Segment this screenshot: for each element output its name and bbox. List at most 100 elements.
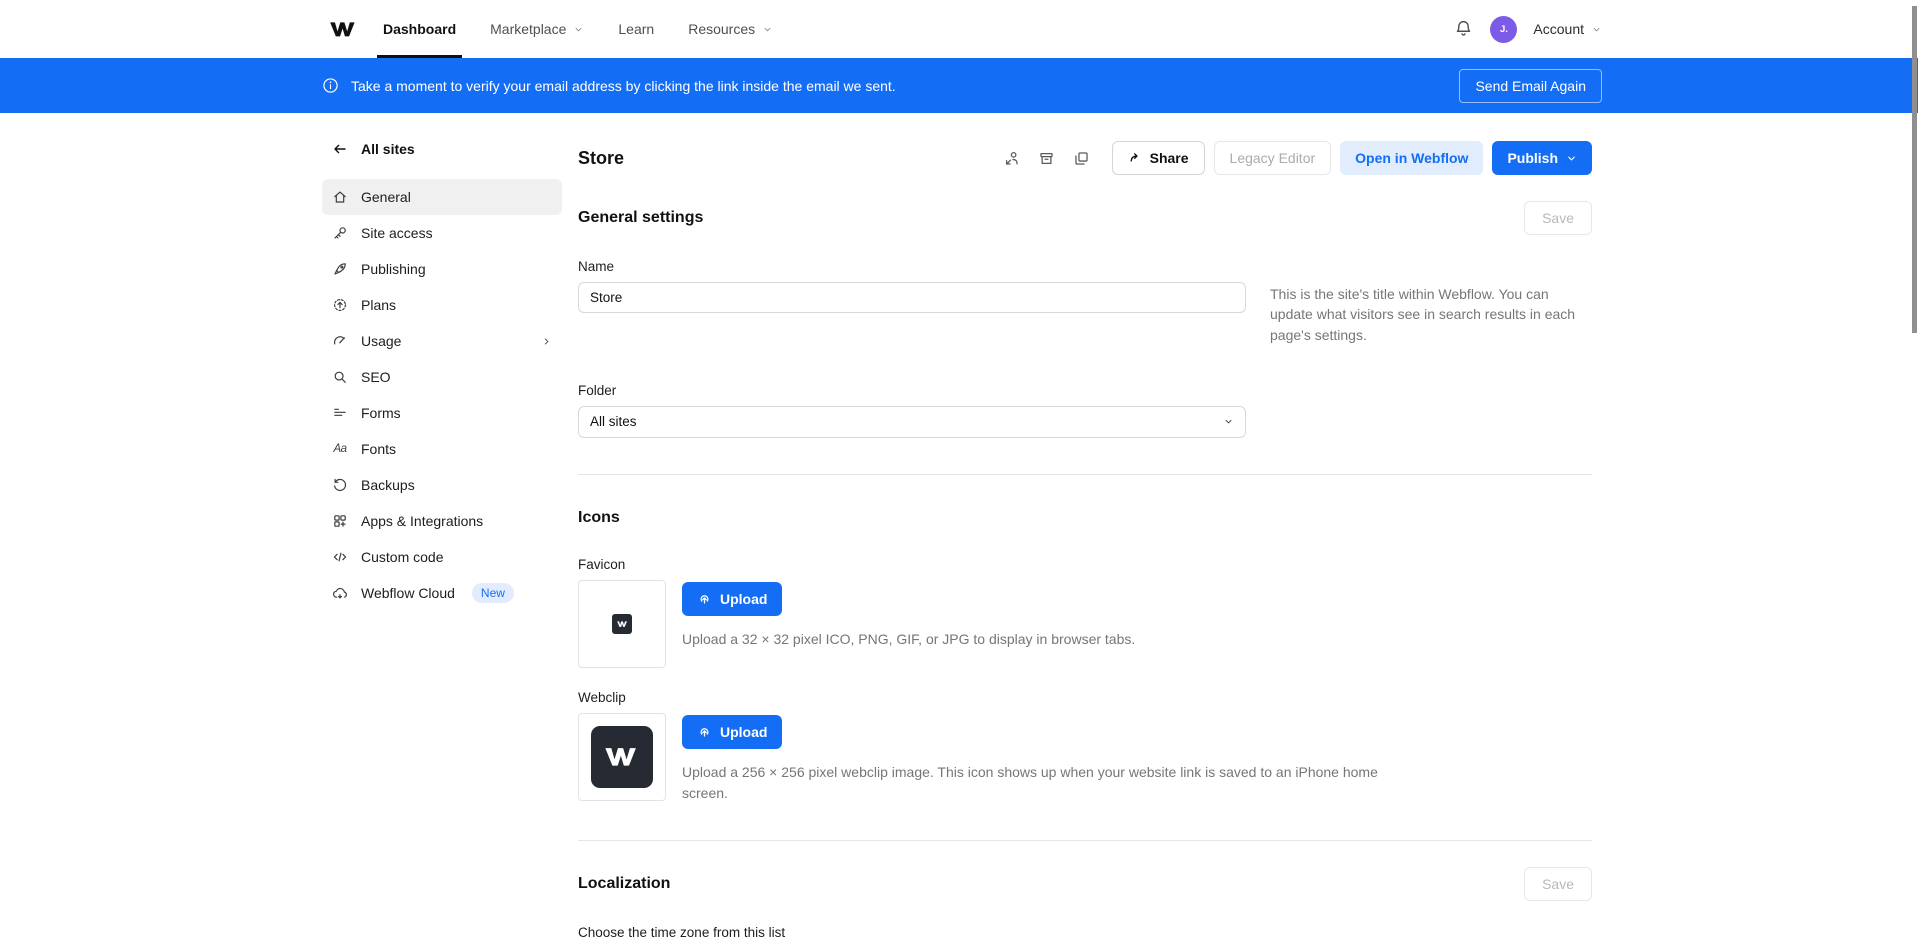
favicon-image	[612, 614, 632, 634]
duplicate-icon[interactable]	[1069, 145, 1095, 171]
nav-link-label: Resources	[688, 21, 755, 37]
general-settings-head: General settings Save	[578, 201, 1592, 235]
scrollbar-thumb[interactable]	[1912, 6, 1917, 333]
rocket-icon	[332, 261, 348, 277]
legacy-editor-button[interactable]: Legacy Editor	[1214, 141, 1332, 175]
settings-sidebar: All sites General Site access Publishing Pl…	[322, 139, 562, 941]
chevron-down-icon	[573, 24, 584, 35]
banner-message: Take a moment to verify your email addre…	[351, 78, 896, 94]
section-divider	[578, 474, 1592, 475]
share-label: Share	[1150, 150, 1189, 166]
sidebar-item-custom-code[interactable]: Custom code	[322, 539, 562, 575]
favicon-upload-button[interactable]: Upload	[682, 582, 782, 616]
search-icon	[332, 369, 348, 385]
icons-title: Icons	[578, 509, 620, 527]
folder-value: All sites	[590, 414, 637, 429]
share-button[interactable]: Share	[1112, 141, 1205, 175]
sidebar-menu: General Site access Publishing Plans Usage SE…	[322, 179, 562, 611]
site-header: Store Share Legacy Editor Open in Webflo…	[578, 141, 1592, 175]
new-badge: New	[472, 583, 514, 603]
general-save-button[interactable]: Save	[1524, 201, 1592, 235]
sidebar-item-label: Usage	[361, 333, 401, 349]
webclip-preview[interactable]	[578, 713, 666, 801]
sidebar-item-plans[interactable]: Plans	[322, 287, 562, 323]
publish-button[interactable]: Publish	[1492, 141, 1592, 175]
info-icon	[322, 77, 339, 94]
sidebar-item-general[interactable]: General	[322, 179, 562, 215]
top-nav: Dashboard Marketplace Learn Resources J.…	[0, 0, 1918, 58]
sidebar-item-fonts[interactable]: Aa Fonts	[322, 431, 562, 467]
sidebar-item-label: Webflow Cloud	[361, 585, 455, 601]
sidebar-item-publishing[interactable]: Publishing	[322, 251, 562, 287]
share-arrow-icon	[1128, 151, 1142, 165]
nav-link-label: Marketplace	[490, 21, 566, 37]
avatar[interactable]: J.	[1490, 16, 1517, 43]
localization-save-button[interactable]: Save	[1524, 867, 1592, 901]
notifications-bell-icon[interactable]	[1454, 19, 1474, 39]
key-icon	[332, 225, 348, 241]
nav-link-learn[interactable]: Learn	[618, 0, 654, 58]
sidebar-item-site-access[interactable]: Site access	[322, 215, 562, 251]
sidebar-item-forms[interactable]: Forms	[322, 395, 562, 431]
sidebar-item-backups[interactable]: Backups	[322, 467, 562, 503]
sidebar-item-label: Backups	[361, 477, 415, 493]
upload-icon	[697, 724, 712, 739]
folder-select[interactable]: All sites	[578, 406, 1246, 438]
archive-icon[interactable]	[1034, 145, 1060, 171]
sidebar-item-label: Fonts	[361, 441, 396, 457]
sidebar-item-label: Site access	[361, 225, 433, 241]
localization-head: Localization Save	[578, 867, 1592, 901]
upgrade-icon	[332, 297, 348, 313]
sidebar-item-label: SEO	[361, 369, 391, 385]
verify-email-banner: Take a moment to verify your email addre…	[0, 58, 1918, 113]
sidebar-item-label: Forms	[361, 405, 401, 421]
fonts-icon: Aa	[332, 441, 348, 457]
chevron-down-icon	[1223, 416, 1234, 427]
sidebar-item-apps-integrations[interactable]: Apps & Integrations	[322, 503, 562, 539]
main-panel: Store Share Legacy Editor Open in Webflo…	[578, 139, 1592, 941]
site-name-input[interactable]	[578, 282, 1246, 313]
account-label: Account	[1533, 21, 1584, 37]
favicon-label: Favicon	[578, 557, 1592, 572]
nav-right: J. Account	[1454, 16, 1602, 43]
header-actions: Share Legacy Editor Open in Webflow Publ…	[999, 141, 1592, 175]
chevron-down-icon	[1591, 24, 1602, 35]
folder-label: Folder	[578, 383, 1592, 398]
account-menu[interactable]: Account	[1533, 21, 1602, 37]
webclip-image	[591, 726, 653, 788]
nav-link-marketplace[interactable]: Marketplace	[490, 0, 584, 58]
localization-title: Localization	[578, 875, 670, 893]
open-in-webflow-button[interactable]: Open in Webflow	[1340, 141, 1483, 175]
gauge-icon	[332, 333, 348, 349]
favicon-preview[interactable]	[578, 580, 666, 668]
forms-icon	[332, 405, 348, 421]
transfer-site-icon[interactable]	[999, 145, 1025, 171]
back-label: All sites	[361, 141, 415, 157]
webclip-upload-button[interactable]: Upload	[682, 715, 782, 749]
chevron-down-icon	[762, 24, 773, 35]
back-all-sites[interactable]: All sites	[322, 139, 562, 159]
nav-link-resources[interactable]: Resources	[688, 0, 773, 58]
arrow-left-icon	[332, 141, 348, 157]
nav-link-dashboard[interactable]: Dashboard	[383, 0, 456, 58]
code-icon	[332, 549, 348, 565]
send-email-again-button[interactable]: Send Email Again	[1459, 69, 1602, 103]
sidebar-item-webflow-cloud[interactable]: Webflow Cloud New	[322, 575, 562, 611]
sidebar-item-label: Plans	[361, 297, 396, 313]
webclip-label: Webclip	[578, 690, 1592, 705]
upload-label: Upload	[720, 724, 767, 740]
sidebar-item-seo[interactable]: SEO	[322, 359, 562, 395]
timezone-label: Choose the time zone from this list	[578, 925, 1592, 940]
chevron-down-icon	[1566, 153, 1577, 164]
sidebar-item-usage[interactable]: Usage	[322, 323, 562, 359]
home-icon	[332, 189, 348, 205]
upload-icon	[697, 591, 712, 606]
icons-head: Icons	[578, 501, 1592, 535]
apps-icon	[332, 513, 348, 529]
sidebar-item-label: Publishing	[361, 261, 426, 277]
name-label: Name	[578, 259, 1592, 274]
webflow-logo-icon[interactable]	[330, 19, 357, 39]
page-title: Store	[578, 148, 624, 169]
history-icon	[332, 477, 348, 493]
nav-link-label: Dashboard	[383, 21, 456, 37]
